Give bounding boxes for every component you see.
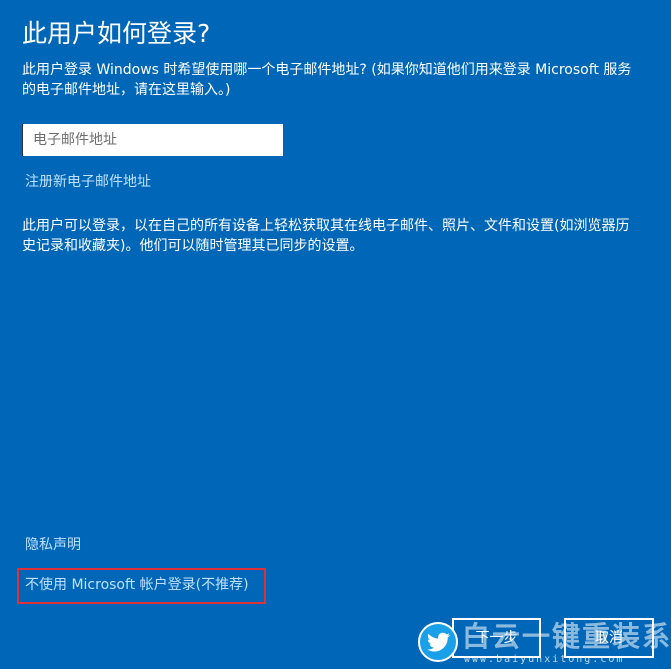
register-email-link[interactable]: 注册新电子邮件地址 (25, 172, 151, 192)
description-text: 此用户可以登录，以在自己的所有设备上轻松获取其在线电子邮件、照片、文件和设置(如… (22, 218, 630, 254)
next-button[interactable]: 下一步 (452, 618, 541, 658)
email-input[interactable] (22, 124, 283, 156)
page-title: 此用户如何登录? (22, 19, 211, 48)
privacy-link[interactable]: 隐私声明 (25, 535, 81, 555)
intro-text: 此用户登录 Windows 时希望使用哪一个电子邮件地址? (如果你知道他们用来… (22, 62, 632, 98)
cancel-button[interactable]: 取消 (564, 618, 654, 658)
no-microsoft-account-link[interactable]: 不使用 Microsoft 帐户登录(不推荐) (25, 575, 249, 595)
